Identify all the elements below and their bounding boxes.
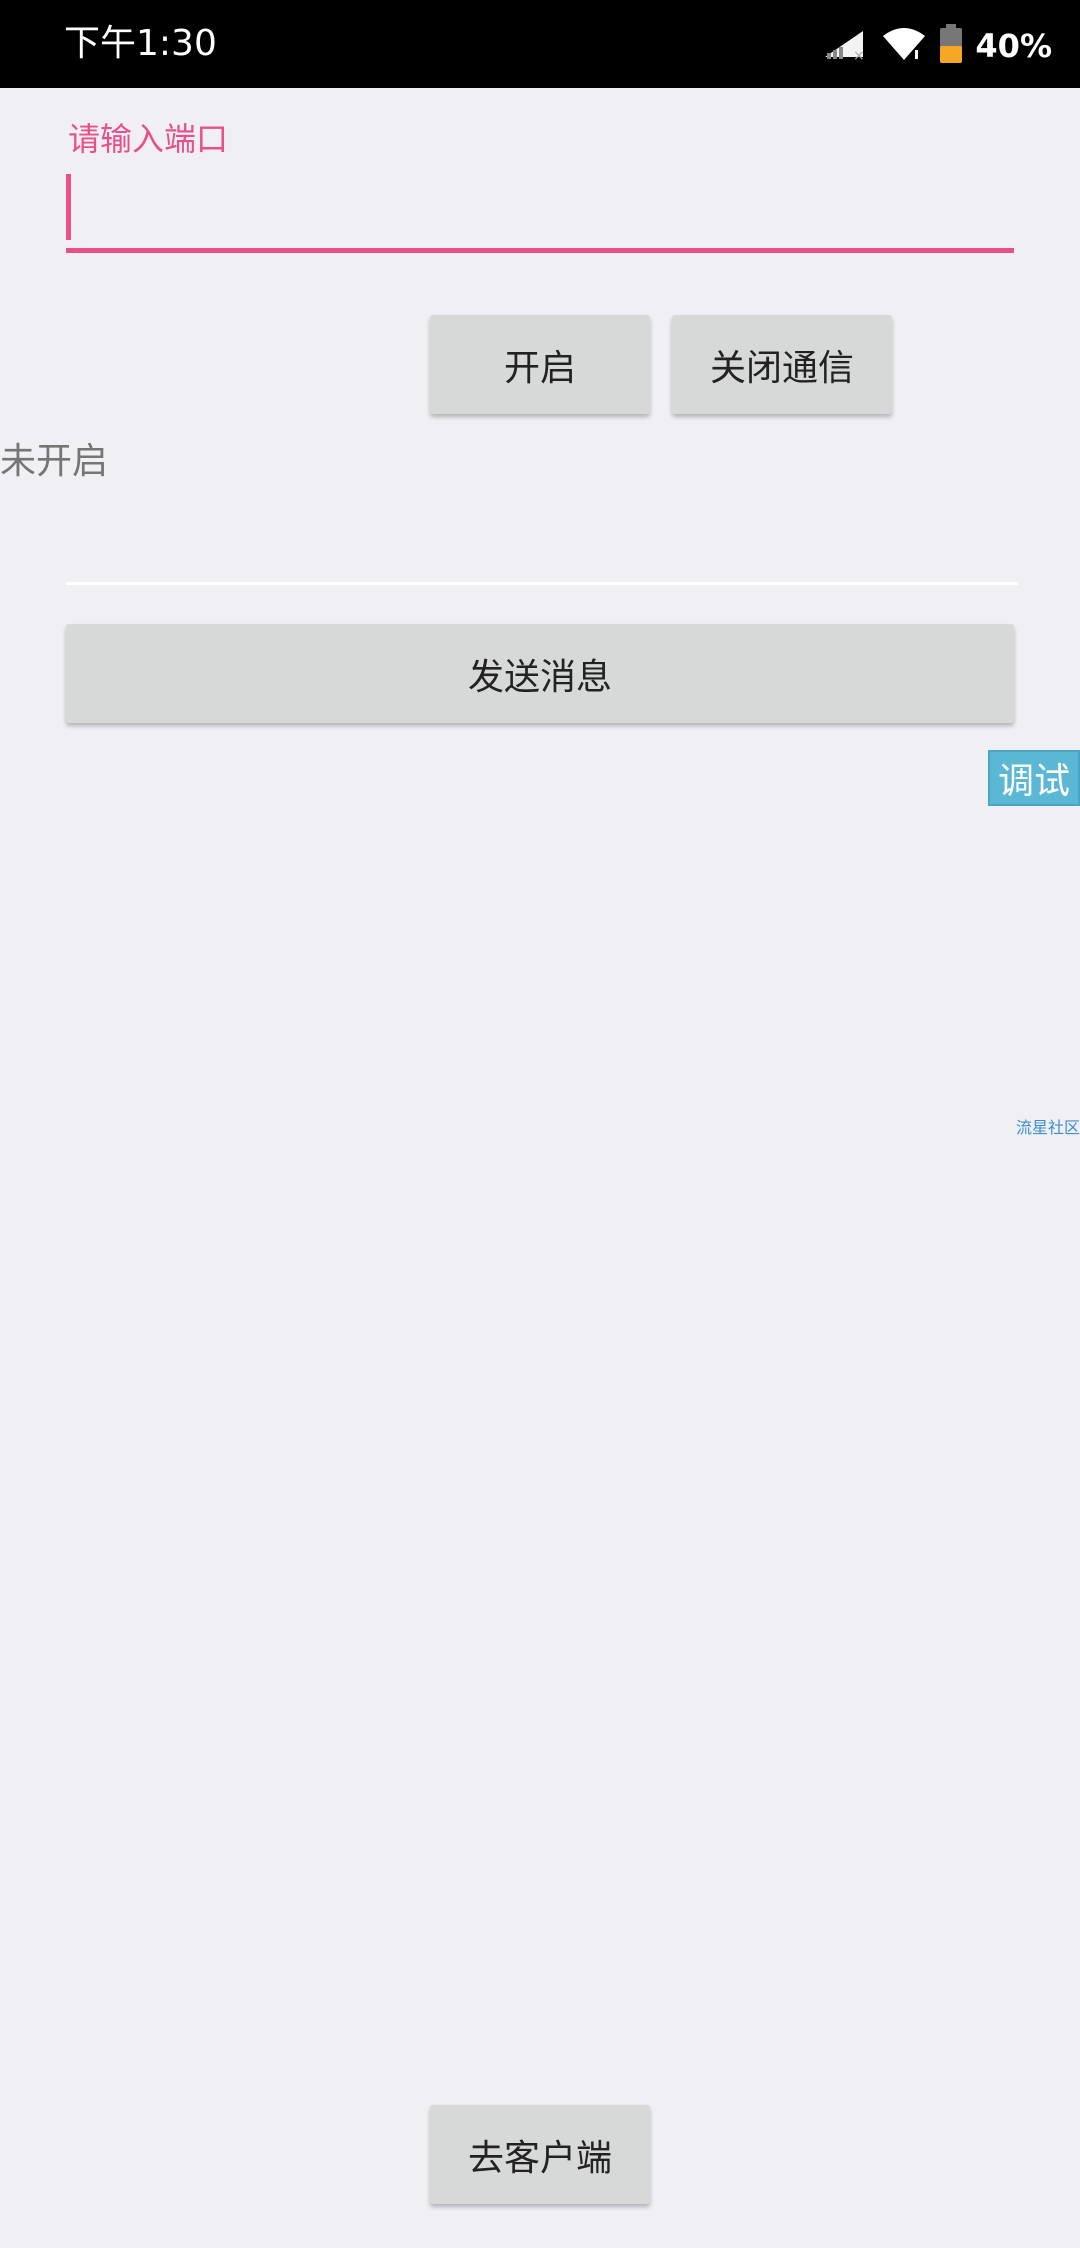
port-field-label: 请输入端口 [68,120,229,158]
status-time: 下午1:30 [64,23,217,64]
signal-icon: × [823,27,869,65]
port-input[interactable] [66,170,1014,253]
status-bar: 下午1:30 × 40% [0,0,1080,88]
battery-icon [939,24,963,68]
debug-tag[interactable]: 调试 [988,750,1080,806]
send-message-button[interactable]: 发送消息 [66,624,1014,723]
watermark-text: 流星社区 [1016,1118,1080,1137]
message-input[interactable] [66,520,1018,585]
wifi-icon [881,26,927,66]
open-button[interactable]: 开启 [430,315,650,414]
connection-status-text: 未开启 [0,441,109,482]
status-icons: × 40% [823,24,1052,68]
battery-percent: 40% [975,27,1052,65]
text-cursor [66,174,71,240]
svg-text:×: × [853,48,865,61]
go-to-client-button[interactable]: 去客户端 [430,2105,650,2204]
close-communication-button[interactable]: 关闭通信 [672,315,892,414]
